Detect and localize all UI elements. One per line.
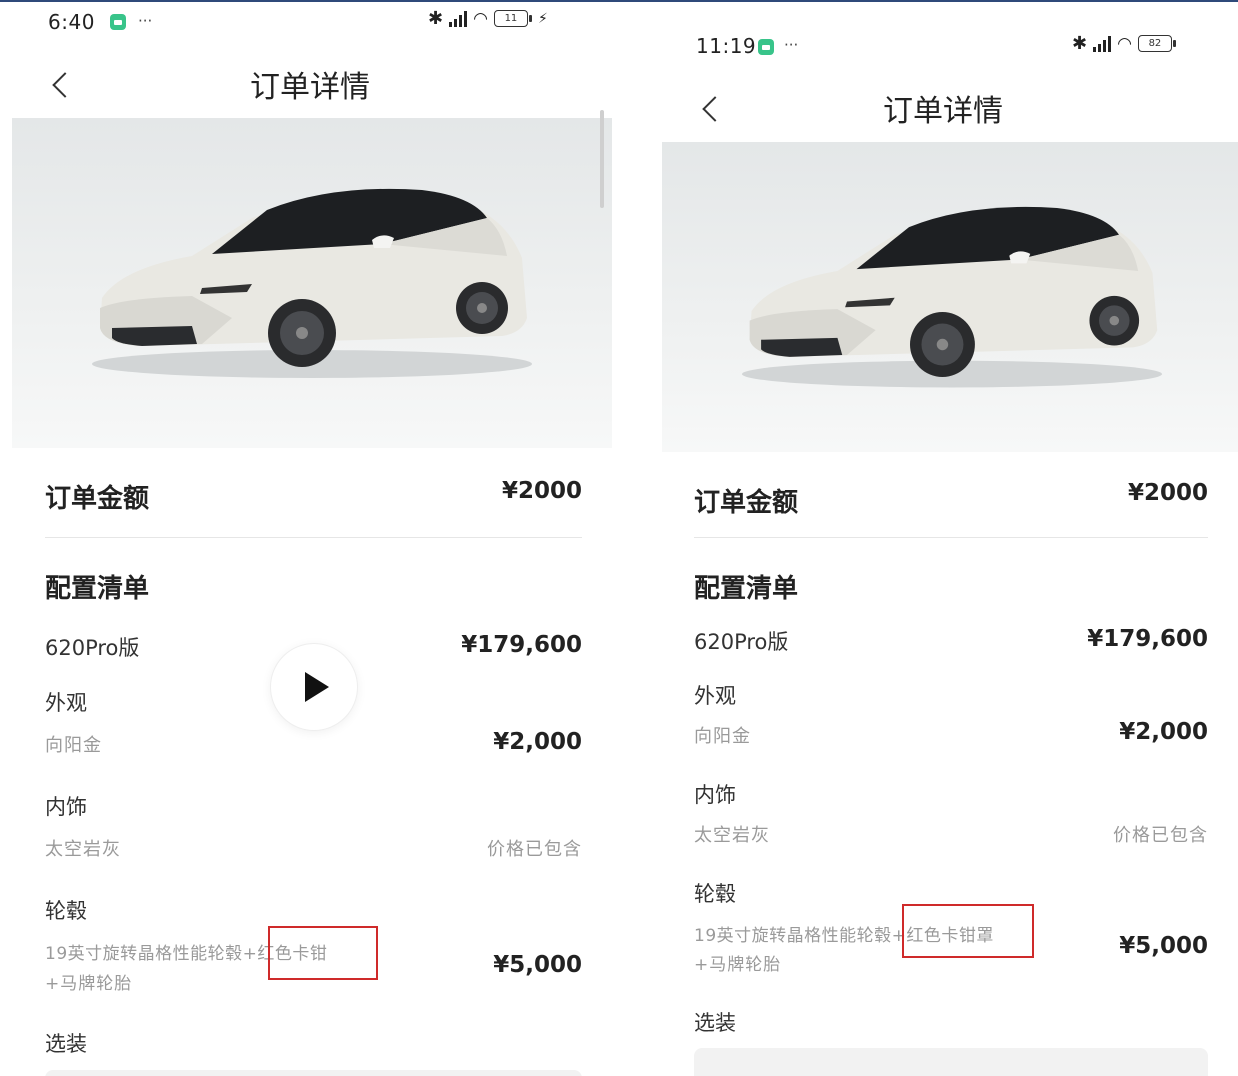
options-label: 选装: [45, 1032, 87, 1056]
options-card[interactable]: [45, 1070, 582, 1076]
exterior-price: ¥2,000: [1119, 719, 1208, 745]
interior-value: 太空岩灰: [694, 825, 770, 846]
highlight-box: [268, 926, 378, 980]
wheels-price: ¥5,000: [1119, 933, 1208, 959]
order-amount-label: 订单金额: [45, 484, 150, 514]
exterior-value: 向阳金: [694, 726, 751, 747]
page-title: 订单详情: [883, 94, 1003, 129]
options-label: 选装: [694, 1011, 736, 1035]
battery-icon: 82: [1137, 35, 1176, 52]
wheels-value-text: 19英寸旋转晶格性能轮毂+: [694, 926, 907, 946]
version-price: ¥179,600: [461, 632, 582, 658]
interior-label: 内饰: [45, 795, 87, 819]
interior-price-note: 价格已包含: [1113, 825, 1208, 846]
wheels-value-line2: +马牌轮胎: [45, 974, 133, 994]
car-image: [12, 118, 612, 448]
divider: [694, 537, 1208, 538]
page-title: 订单详情: [250, 70, 370, 105]
wheels-price: ¥5,000: [493, 952, 582, 978]
bluetooth-icon: ✱: [1072, 33, 1088, 54]
exterior-value: 向阳金: [45, 735, 102, 756]
status-bar: 6:40 ··· ✱ ◠ 11 ⚡: [0, 2, 620, 42]
signal-icon: [449, 10, 468, 27]
car-illustration: [92, 188, 532, 378]
status-icons: ✱ ◠ 82: [1072, 33, 1176, 54]
interior-price-note: 价格已包含: [487, 839, 582, 860]
wheels-label: 轮毂: [45, 899, 87, 923]
status-time: 6:40: [48, 10, 95, 34]
app-notification-icon: [110, 14, 126, 30]
phone-screenshot-left: 6:40 ··· ✱ ◠ 11 ⚡ 订单详情 订单金额 ¥2000 配置清单 6…: [0, 2, 620, 1076]
exterior-price: ¥2,000: [493, 729, 582, 755]
exterior-label: 外观: [694, 684, 736, 708]
car-illustration: [742, 206, 1162, 388]
more-notifications-icon: ···: [784, 36, 799, 54]
config-list-title: 配置清单: [694, 574, 799, 604]
divider: [45, 537, 582, 538]
signal-icon: [1093, 35, 1112, 52]
wheels-label: 轮毂: [694, 882, 736, 906]
status-icons: ✱ ◠ 11 ⚡: [428, 8, 548, 29]
nav-bar: 订单详情: [0, 54, 620, 114]
bluetooth-icon: ✱: [428, 8, 444, 29]
config-list-title: 配置清单: [45, 574, 150, 604]
interior-value: 太空岩灰: [45, 839, 121, 860]
wheels-value-line2: +马牌轮胎: [694, 955, 782, 975]
interior-label: 内饰: [694, 783, 736, 807]
wifi-icon: ◠: [1117, 33, 1132, 54]
highlight-box: [902, 904, 1034, 958]
wheels-value-text: 19英寸旋转晶格性能轮毂+: [45, 944, 258, 964]
app-notification-icon: [758, 39, 774, 55]
version-price: ¥179,600: [1087, 626, 1208, 652]
scrollbar[interactable]: [600, 110, 604, 208]
exterior-label: 外观: [45, 691, 87, 715]
status-time: 11:19: [696, 34, 757, 58]
play-button[interactable]: [270, 643, 358, 731]
nav-bar: 订单详情: [648, 78, 1238, 138]
order-amount-label: 订单金额: [694, 488, 799, 518]
status-bar: 11:19 ··· ✱ ◠ 82: [648, 20, 1238, 60]
version-label: 620Pro版: [694, 630, 789, 654]
play-icon: [305, 672, 329, 702]
more-notifications-icon: ···: [138, 12, 153, 30]
order-amount-value: ¥2000: [501, 478, 582, 504]
charging-icon: ⚡: [537, 10, 548, 27]
battery-icon: 11: [493, 10, 532, 27]
order-amount-value: ¥2000: [1127, 480, 1208, 506]
version-label: 620Pro版: [45, 636, 140, 660]
wifi-icon: ◠: [473, 8, 488, 29]
options-card[interactable]: [694, 1048, 1208, 1076]
phone-screenshot-right: 11:19 ··· ✱ ◠ 82 订单详情 订单金额 ¥2000 配置清单 62…: [648, 20, 1238, 1076]
car-image: [662, 142, 1238, 452]
